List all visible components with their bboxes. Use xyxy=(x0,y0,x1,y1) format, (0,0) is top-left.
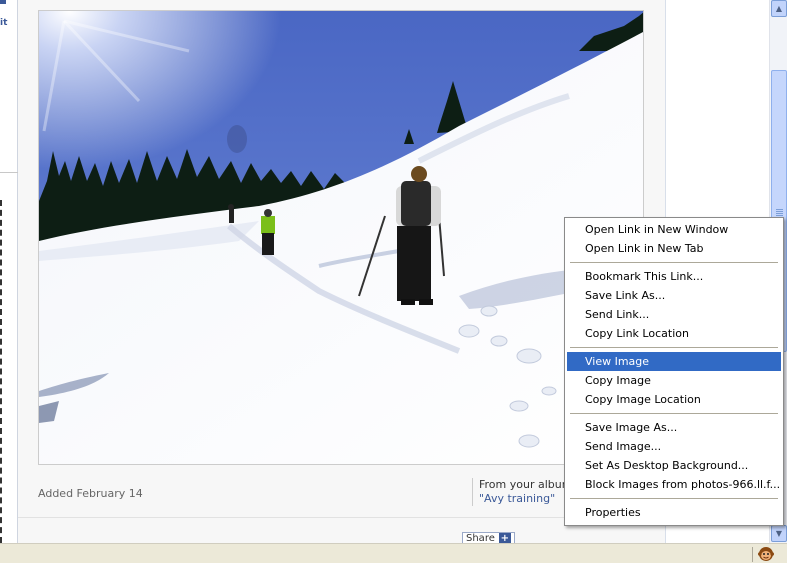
menu-item-copy-link-location[interactable]: Copy Link Location xyxy=(567,324,781,343)
menu-item-open-link-in-new-tab[interactable]: Open Link in New Tab xyxy=(567,239,781,258)
menu-item-send-image[interactable]: Send Image... xyxy=(567,437,781,456)
photo-added-date: Added February 14 xyxy=(38,487,143,500)
menu-item-view-image[interactable]: View Image xyxy=(567,352,781,371)
menu-separator xyxy=(570,413,778,414)
ski-tour-photo xyxy=(39,11,643,464)
sidebar-link-fragment[interactable]: it xyxy=(0,18,7,28)
status-bar xyxy=(0,543,787,563)
photo-image[interactable] xyxy=(38,10,644,465)
dashed-border xyxy=(0,200,2,543)
sidebar-divider xyxy=(0,172,18,173)
greasemonkey-icon[interactable] xyxy=(758,546,774,562)
menu-item-copy-image-location[interactable]: Copy Image Location xyxy=(567,390,781,409)
menu-item-block-images-from-photos-966-ll-f[interactable]: Block Images from photos-966.ll.f... xyxy=(567,475,781,494)
menu-item-save-link-as[interactable]: Save Link As... xyxy=(567,286,781,305)
menu-item-bookmark-this-link[interactable]: Bookmark This Link... xyxy=(567,267,781,286)
menu-item-open-link-in-new-window[interactable]: Open Link in New Window xyxy=(567,220,781,239)
menu-separator xyxy=(570,498,778,499)
context-menu: Open Link in New Window Open Link in New … xyxy=(564,217,784,526)
menu-item-copy-image[interactable]: Copy Image xyxy=(567,371,781,390)
album-info: From your album: "Avy training" xyxy=(472,478,576,506)
scroll-up-button[interactable]: ▲ xyxy=(771,0,787,17)
menu-item-properties[interactable]: Properties xyxy=(567,503,781,522)
menu-item-save-image-as[interactable]: Save Image As... xyxy=(567,418,781,437)
scroll-down-button[interactable]: ▼ xyxy=(771,525,787,542)
menu-separator xyxy=(570,347,778,348)
menu-separator xyxy=(570,262,778,263)
album-link[interactable]: "Avy training" xyxy=(479,492,576,506)
sidebar-accent xyxy=(0,0,6,4)
grip-icon xyxy=(776,209,783,210)
left-sidebar-fragment: it xyxy=(0,0,18,543)
status-divider xyxy=(752,547,753,562)
menu-item-send-link[interactable]: Send Link... xyxy=(567,305,781,324)
menu-item-set-as-desktop-background[interactable]: Set As Desktop Background... xyxy=(567,456,781,475)
album-label: From your album: xyxy=(479,478,577,491)
browser-page: it Added February 14 From your album: "A… xyxy=(0,0,787,563)
